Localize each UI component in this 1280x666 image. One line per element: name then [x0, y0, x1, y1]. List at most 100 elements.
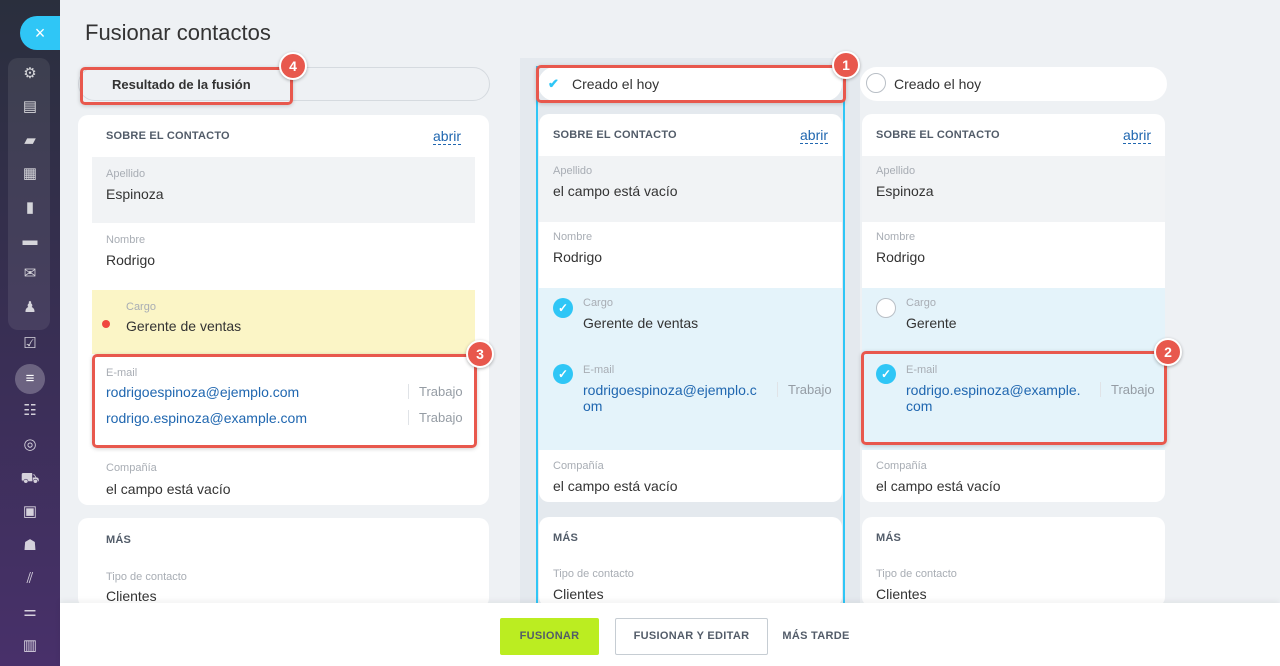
section-title: MÁS: [106, 534, 132, 546]
field-value: Clientes: [553, 586, 604, 602]
field-nombre: Nombre Rodrigo: [862, 222, 1165, 288]
field-label: Apellido: [876, 165, 916, 177]
highlight-box-2: [861, 351, 1167, 445]
field-label: Compañía: [876, 460, 927, 472]
highlight-box-3: [92, 354, 477, 448]
field-value: Rodrigo: [876, 249, 926, 265]
crm-icon[interactable]: ≡: [15, 364, 45, 394]
field-value: Gerente de ventas: [583, 315, 699, 331]
field-nombre: Nombre Rodrigo: [78, 223, 489, 289]
field-value: Rodrigo: [553, 249, 603, 265]
source-a-about-card: SOBRE EL CONTACTO abrir Apellido el camp…: [539, 114, 842, 502]
source-a-more-card: MÁS Tipo de contacto Clientes: [539, 517, 842, 607]
field-label: Nombre: [553, 231, 593, 243]
radio-unselected-icon[interactable]: [876, 298, 896, 318]
field-cargo[interactable]: ✓ Cargo Gerente de ventas: [539, 288, 842, 354]
field-apellido: Apellido Espinoza: [862, 156, 1165, 222]
marketing-icon[interactable]: ⫽: [19, 568, 41, 590]
field-apellido: Apellido el campo está vacío: [539, 156, 842, 222]
callout-badge-4: 4: [279, 52, 307, 80]
mail-icon[interactable]: ✉: [19, 263, 41, 285]
field-label: Nombre: [106, 234, 146, 246]
settings-sliders-icon[interactable]: ⚌: [19, 601, 41, 623]
field-value: Gerente de ventas: [126, 318, 242, 334]
robot-icon[interactable]: ☗: [19, 535, 41, 557]
field-label: Apellido: [106, 168, 146, 180]
cart-icon[interactable]: ⛟: [19, 468, 41, 490]
selected-check-icon[interactable]: ✓: [553, 298, 573, 318]
callout-badge-3: 3: [466, 340, 494, 368]
callout-badge-1: 1: [832, 51, 860, 79]
field-label: Cargo: [583, 297, 613, 309]
source-a-tab-label: Creado el hoy: [572, 76, 660, 92]
open-link[interactable]: abrir: [433, 129, 462, 145]
field-value: el campo está vacío: [876, 478, 1001, 494]
later-button[interactable]: MÁS TARDE: [776, 618, 856, 655]
field-value: Gerente: [906, 315, 957, 331]
result-more-card: MÁS Tipo de contacto Clientes: [78, 518, 489, 608]
checkmark-icon: ✔: [548, 76, 559, 91]
field-label: Tipo de contacto: [553, 568, 634, 580]
field-cargo: Cargo Gerente de ventas: [92, 290, 475, 354]
section-title: SOBRE EL CONTACTO: [553, 129, 677, 141]
field-value: el campo está vacío: [553, 183, 678, 199]
chat-icon[interactable]: ▰: [19, 130, 41, 152]
target-icon[interactable]: ◎: [19, 434, 41, 456]
source-b-tab-label: Creado el hoy: [894, 76, 982, 92]
left-sidebar: × ⚙ ▤ ▰ ▦ ▮ ▬ ✉ ♟ ☑ ≡ ☷ ◎ ⛟ ▣ ☗ ⫽ ⚌ ▥: [0, 0, 60, 666]
changed-dot-icon: [102, 320, 110, 328]
close-icon[interactable]: ×: [20, 16, 60, 50]
field-cargo[interactable]: Cargo Gerente: [862, 288, 1165, 354]
field-value: el campo está vacío: [553, 478, 678, 494]
radio-unselected-icon[interactable]: [866, 73, 886, 93]
analytics-icon[interactable]: ▥: [19, 635, 41, 657]
tasks-icon[interactable]: ☑: [19, 333, 41, 355]
drive-icon[interactable]: ▬: [19, 230, 41, 252]
result-tab-label: Resultado de la fusión: [112, 77, 251, 92]
field-value: Espinoza: [106, 186, 164, 202]
field-label: Nombre: [876, 231, 916, 243]
section-title: MÁS: [553, 532, 579, 544]
source-b-more-card: MÁS Tipo de contacto Clientes: [862, 517, 1165, 607]
field-label: Cargo: [126, 301, 156, 313]
callout-badge-2: 2: [1154, 338, 1182, 366]
list-icon[interactable]: ☷: [19, 400, 41, 422]
calendar-icon[interactable]: ▦: [19, 163, 41, 185]
field-label: E-mail: [583, 364, 615, 376]
field-compania: Compañía el campo está vacío: [539, 454, 842, 502]
section-title: SOBRE EL CONTACTO: [876, 129, 1000, 141]
page-title: Fusionar contactos: [85, 20, 271, 45]
field-nombre: Nombre Rodrigo: [539, 222, 842, 288]
email-type: Trabajo: [777, 382, 832, 397]
field-value: Espinoza: [876, 183, 934, 199]
field-value: Clientes: [106, 588, 157, 604]
open-link[interactable]: abrir: [1123, 128, 1152, 144]
feed-icon[interactable]: ▤: [19, 96, 41, 118]
contact-card-icon[interactable]: ▣: [19, 501, 41, 523]
docs-icon[interactable]: ▮: [19, 197, 41, 219]
field-label: Compañía: [106, 462, 157, 474]
merge-button[interactable]: FUSIONAR: [500, 618, 599, 655]
section-title: SOBRE EL CONTACTO: [106, 130, 230, 142]
footer-bar: FUSIONAR FUSIONAR Y EDITAR MÁS TARDE: [60, 603, 1280, 666]
field-value: Rodrigo: [106, 252, 156, 268]
section-title: MÁS: [876, 532, 902, 544]
field-label: Tipo de contacto: [106, 571, 187, 583]
field-email[interactable]: ✓ E-mail rodrigoespinoza@ejemplo.c om Tr…: [539, 354, 842, 450]
open-link[interactable]: abrir: [800, 128, 829, 144]
email-value-line1[interactable]: rodrigoespinoza@ejemplo.c: [583, 382, 757, 398]
groups-icon[interactable]: ♟: [19, 297, 41, 319]
activity-icon[interactable]: ⚙: [19, 63, 41, 85]
field-compania: Compañía el campo está vacío: [78, 455, 489, 505]
field-apellido: Apellido Espinoza: [92, 157, 475, 223]
field-label: Tipo de contacto: [876, 568, 957, 580]
field-value: el campo está vacío: [106, 481, 231, 497]
field-label: Cargo: [906, 297, 936, 309]
email-value-line2[interactable]: om: [583, 398, 602, 414]
field-compania: Compañía el campo está vacío: [862, 454, 1165, 502]
field-label: Compañía: [553, 460, 604, 472]
field-label: Apellido: [553, 165, 593, 177]
selected-check-icon[interactable]: ✓: [553, 364, 573, 384]
field-value: Clientes: [876, 586, 927, 602]
merge-and-edit-button[interactable]: FUSIONAR Y EDITAR: [615, 618, 768, 655]
